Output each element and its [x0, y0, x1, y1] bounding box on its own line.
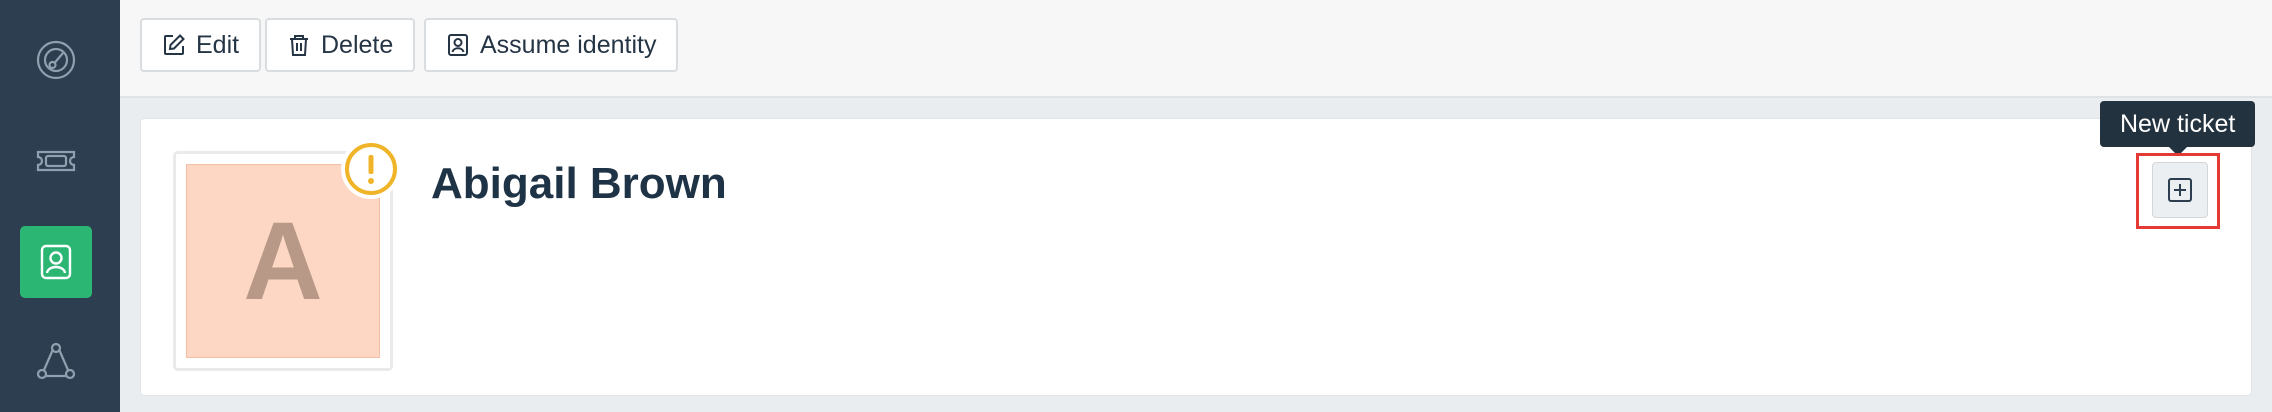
warning-icon	[345, 143, 397, 195]
ticket-icon	[36, 150, 76, 172]
delete-button[interactable]: Delete	[265, 18, 416, 72]
sidebar-item-customers[interactable]	[20, 226, 92, 298]
edit-icon	[164, 34, 185, 55]
new-ticket-button[interactable]	[2152, 162, 2208, 218]
customer-profile-card: A Abigail Brown	[140, 118, 2252, 396]
gauge-icon	[36, 40, 76, 80]
sidebar-item-dashboard[interactable]	[20, 24, 92, 96]
sidebar-item-tickets[interactable]	[20, 125, 92, 197]
new-ticket-tooltip: New ticket	[2100, 101, 2256, 156]
assume-identity-button[interactable]: Assume identity	[424, 18, 679, 72]
plus-square-icon	[2168, 178, 2192, 202]
customer-name: Abigail Brown	[431, 159, 727, 208]
toolbar: Edit Delete Assume identity	[120, 0, 2272, 98]
user-icon	[448, 34, 468, 56]
delete-button-label: Delete	[321, 30, 394, 59]
edit-button[interactable]: Edit	[140, 18, 262, 72]
trash-icon	[290, 35, 308, 56]
assume-identity-button-label: Assume identity	[480, 30, 657, 59]
sidebar	[0, 0, 120, 412]
edit-button-label: Edit	[196, 30, 240, 59]
network-icon	[36, 342, 76, 380]
user-icon	[40, 244, 72, 280]
warning-badge	[341, 139, 401, 199]
sidebar-item-organizations[interactable]	[20, 326, 92, 398]
